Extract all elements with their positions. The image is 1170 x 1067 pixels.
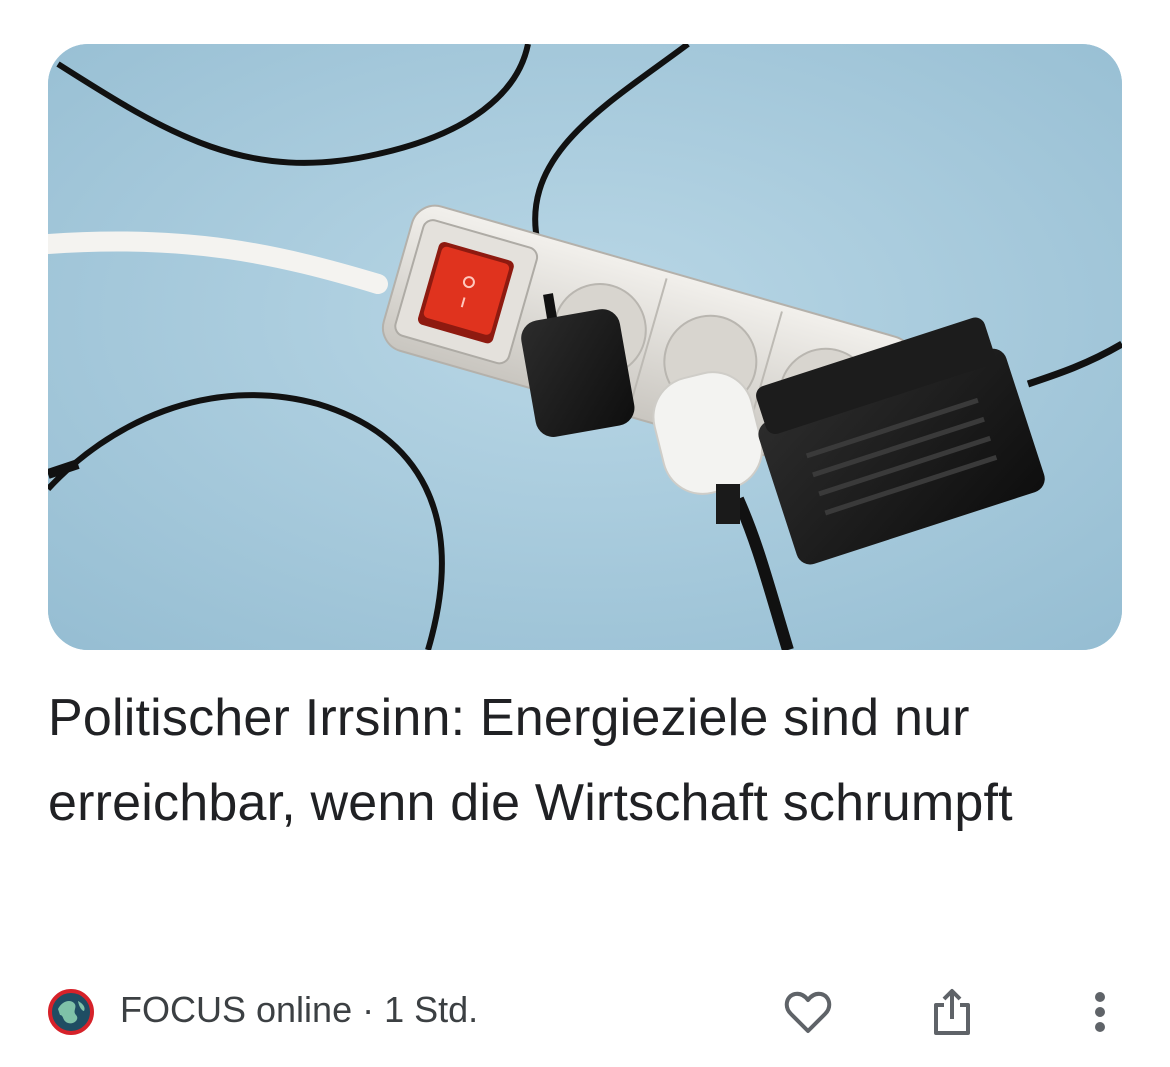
article-image[interactable] [48,44,1122,650]
article-meta: FOCUS online · 1 Std. [48,980,1122,1040]
power-strip-photo [48,44,1122,650]
like-button[interactable] [780,984,836,1040]
more-vert-icon [1095,992,1105,1032]
article-headline[interactable]: Politischer Irrsinn: Energieziele sind n… [48,676,1108,846]
source-and-time[interactable]: FOCUS online · 1 Std. [120,988,478,1032]
share-button[interactable] [924,984,980,1040]
news-card[interactable]: Politischer Irrsinn: Energieziele sind n… [0,0,1170,1067]
share-icon [934,989,970,1035]
focus-online-logo [48,989,94,1035]
heart-outline-icon [784,991,832,1033]
more-options-button[interactable] [1072,984,1128,1040]
